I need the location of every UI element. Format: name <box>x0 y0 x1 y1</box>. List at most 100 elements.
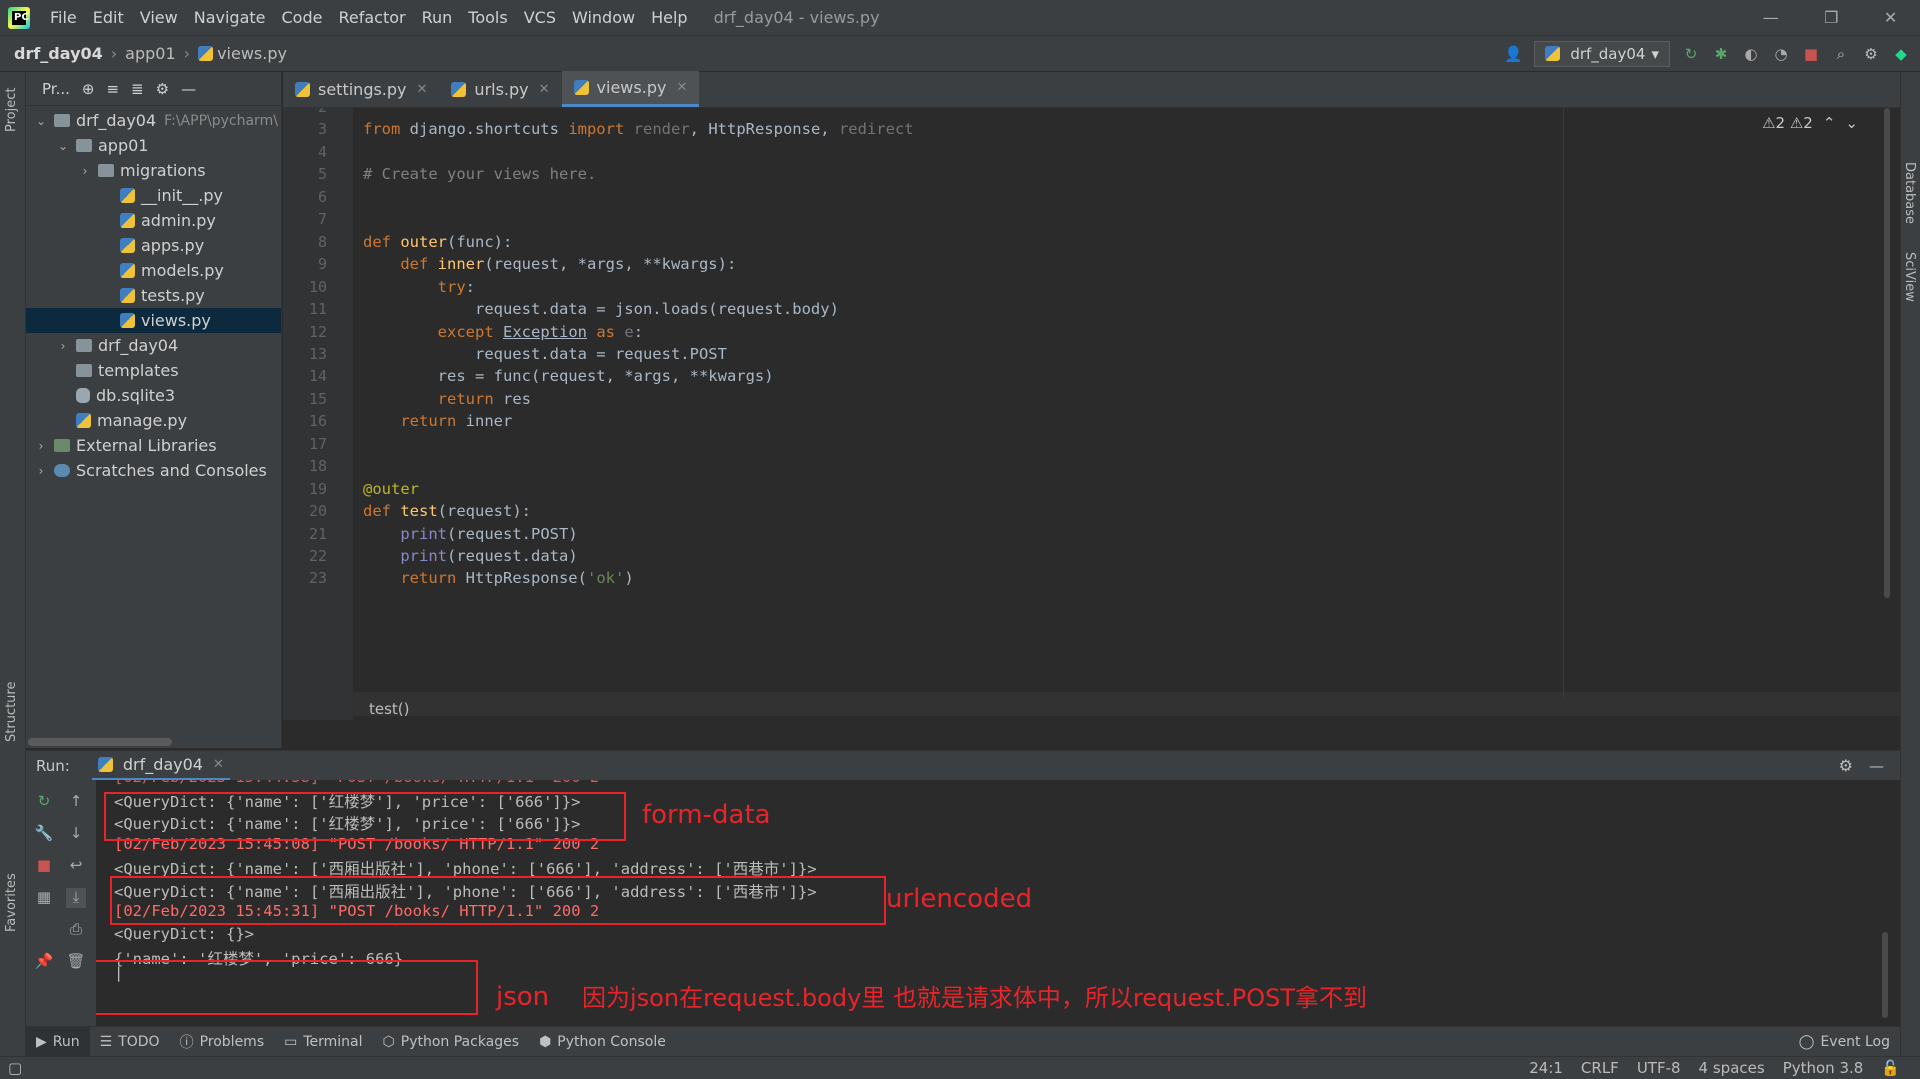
tree-node[interactable]: ⌄ drf_day04 F:\APP\pycharm\ <box>26 108 281 133</box>
close-icon[interactable]: ✕ <box>417 82 428 97</box>
caret-position[interactable]: 24:1 <box>1529 1059 1563 1077</box>
run-tab-drf-day04[interactable]: drf_day04 ✕ <box>91 751 230 781</box>
menu-file[interactable]: File <box>42 8 85 27</box>
collapse-all-icon[interactable]: ≣ <box>131 80 144 98</box>
tool-tab-problems[interactable]: ⓘ Problems <box>170 1027 275 1057</box>
tree-node[interactable]: apps.py <box>26 233 281 258</box>
tree-node[interactable]: › Scratches and Consoles <box>26 458 281 483</box>
favorites-tool-tab[interactable]: Favorites <box>4 873 19 932</box>
minimize-icon[interactable]: — <box>1763 8 1779 27</box>
breadcrumb-file[interactable]: views.py <box>217 44 287 63</box>
tree-node[interactable]: templates <box>26 358 281 383</box>
layout-icon[interactable]: ▦ <box>34 888 54 908</box>
breadcrumb-app01[interactable]: app01 <box>125 44 175 63</box>
jetbrains-icon[interactable]: ◆ <box>1892 45 1910 63</box>
tab-urls[interactable]: urls.py ✕ <box>439 71 561 107</box>
code-line[interactable]: @outer <box>363 480 419 498</box>
code-line[interactable]: def test(request): <box>363 502 531 520</box>
code-line[interactable]: res = func(request, *args, **kwargs) <box>363 367 774 385</box>
close-icon[interactable]: ✕ <box>676 80 687 95</box>
arrow-up-icon[interactable]: ↑ <box>66 792 86 812</box>
menu-window[interactable]: Window <box>564 8 643 27</box>
chevron-down-icon[interactable]: ⌄ <box>56 139 70 153</box>
search-icon[interactable]: ⌕ <box>1832 45 1850 63</box>
rerun-icon[interactable]: ↻ <box>34 792 54 812</box>
line-separator[interactable]: CRLF <box>1581 1059 1619 1077</box>
stop-icon[interactable]: ■ <box>34 856 54 876</box>
chevron-up-icon[interactable]: ⌃ <box>1823 114 1836 132</box>
chevron-right-icon[interactable]: › <box>34 464 48 478</box>
close-window-icon[interactable]: ✕ <box>1884 8 1897 27</box>
tree-node[interactable]: models.py <box>26 258 281 283</box>
event-log-button[interactable]: ◯ Event Log <box>1789 1027 1900 1057</box>
menu-code[interactable]: Code <box>274 8 331 27</box>
code-line[interactable]: return HttpResponse('ok') <box>363 569 633 587</box>
tool-tab-run[interactable]: ▶ Run <box>26 1026 90 1057</box>
structure-tool-tab[interactable]: Structure <box>4 682 19 742</box>
profile-icon[interactable]: ◔ <box>1772 45 1790 63</box>
code-line[interactable]: def inner(request, *args, **kwargs): <box>363 255 736 273</box>
menu-tools[interactable]: Tools <box>460 8 515 27</box>
locate-icon[interactable]: ⊕ <box>82 80 95 98</box>
chevron-down-icon[interactable]: ⌄ <box>1845 114 1858 132</box>
trash-icon[interactable]: 🗑 <box>66 952 86 972</box>
tree-node[interactable]: manage.py <box>26 408 281 433</box>
menu-edit[interactable]: Edit <box>85 8 132 27</box>
database-tool-tab[interactable]: Database <box>1902 162 1917 224</box>
editor-scrollbar[interactable] <box>1884 108 1890 598</box>
tree-node[interactable]: db.sqlite3 <box>26 383 281 408</box>
restore-icon[interactable]: ❐ <box>1824 8 1838 27</box>
console-scrollbar[interactable] <box>1882 932 1888 1018</box>
code-line[interactable]: # Create your views here. <box>363 165 596 183</box>
code-line[interactable]: return res <box>363 390 531 408</box>
gear-icon[interactable]: ⚙ <box>1839 756 1853 775</box>
chevron-down-icon[interactable]: ⌄ <box>34 114 48 128</box>
tab-views[interactable]: views.py ✕ <box>561 71 700 107</box>
editor-breadcrumb[interactable]: test() <box>369 700 410 718</box>
menu-view[interactable]: View <box>132 8 186 27</box>
tool-tab-terminal[interactable]: ▭ Terminal <box>274 1027 372 1057</box>
tool-tab-python-packages[interactable]: ⬡ Python Packages <box>373 1027 530 1057</box>
sciview-tool-tab[interactable]: SciView <box>1902 252 1917 302</box>
print-icon[interactable]: ⎙ <box>66 920 86 940</box>
code-line[interactable]: request.data = request.POST <box>363 345 727 363</box>
console-output[interactable]: [02/Feb/2023 15:44:58] "POST /books/ HTT… <box>96 780 1900 1026</box>
tree-node[interactable]: › External Libraries <box>26 433 281 458</box>
code-line[interactable]: print(request.data) <box>363 547 577 565</box>
menu-run[interactable]: Run <box>414 8 461 27</box>
tab-settings[interactable]: settings.py ✕ <box>283 71 439 107</box>
close-icon[interactable]: ✕ <box>539 82 550 97</box>
code-line[interactable]: request.data = json.loads(request.body) <box>363 300 839 318</box>
chevron-right-icon[interactable]: › <box>78 164 92 178</box>
tree-node[interactable]: tests.py <box>26 283 281 308</box>
run-config-select[interactable]: drf_day04 ▾ <box>1534 40 1670 67</box>
code-line[interactable]: except Exception as e: <box>363 323 643 341</box>
code-line[interactable]: def outer(func): <box>363 233 512 251</box>
expand-all-icon[interactable]: ≡ <box>106 80 119 98</box>
gear-icon[interactable]: ⚙ <box>1862 45 1880 63</box>
lock-icon[interactable]: 🔓 <box>1881 1059 1900 1077</box>
arrow-down-icon[interactable]: ↓ <box>66 824 86 844</box>
chevron-right-icon[interactable]: › <box>56 339 70 353</box>
debug-icon[interactable]: ✱ <box>1712 45 1730 63</box>
menu-refactor[interactable]: Refactor <box>330 8 413 27</box>
tree-node[interactable]: __init__.py <box>26 183 281 208</box>
tool-tab-todo[interactable]: ☰ TODO <box>90 1027 170 1057</box>
pin-icon[interactable]: 📌 <box>34 952 54 972</box>
tree-node[interactable]: admin.py <box>26 208 281 233</box>
rerun-icon[interactable]: ↻ <box>1682 45 1700 63</box>
scroll-to-end-icon[interactable]: ⤓ <box>66 888 86 908</box>
code-line[interactable]: print(request.POST) <box>363 525 577 543</box>
menu-help[interactable]: Help <box>643 8 695 27</box>
menu-vcs[interactable]: VCS <box>516 8 564 27</box>
project-scrollbar[interactable] <box>28 738 172 746</box>
wrench-icon[interactable]: 🔧 <box>34 824 54 844</box>
indent-setting[interactable]: 4 spaces <box>1699 1059 1765 1077</box>
soft-wrap-icon[interactable]: ↩ <box>66 856 86 876</box>
inspection-widget[interactable]: ⚠2 ⚠2 ⌃ ⌄ <box>1762 114 1858 132</box>
menu-navigate[interactable]: Navigate <box>186 8 274 27</box>
stop-icon[interactable]: ■ <box>1802 45 1820 63</box>
python-interpreter[interactable]: Python 3.8 <box>1783 1059 1864 1077</box>
project-view-select[interactable]: Pr... <box>42 80 70 98</box>
user-icon[interactable]: 👤 <box>1504 45 1523 63</box>
